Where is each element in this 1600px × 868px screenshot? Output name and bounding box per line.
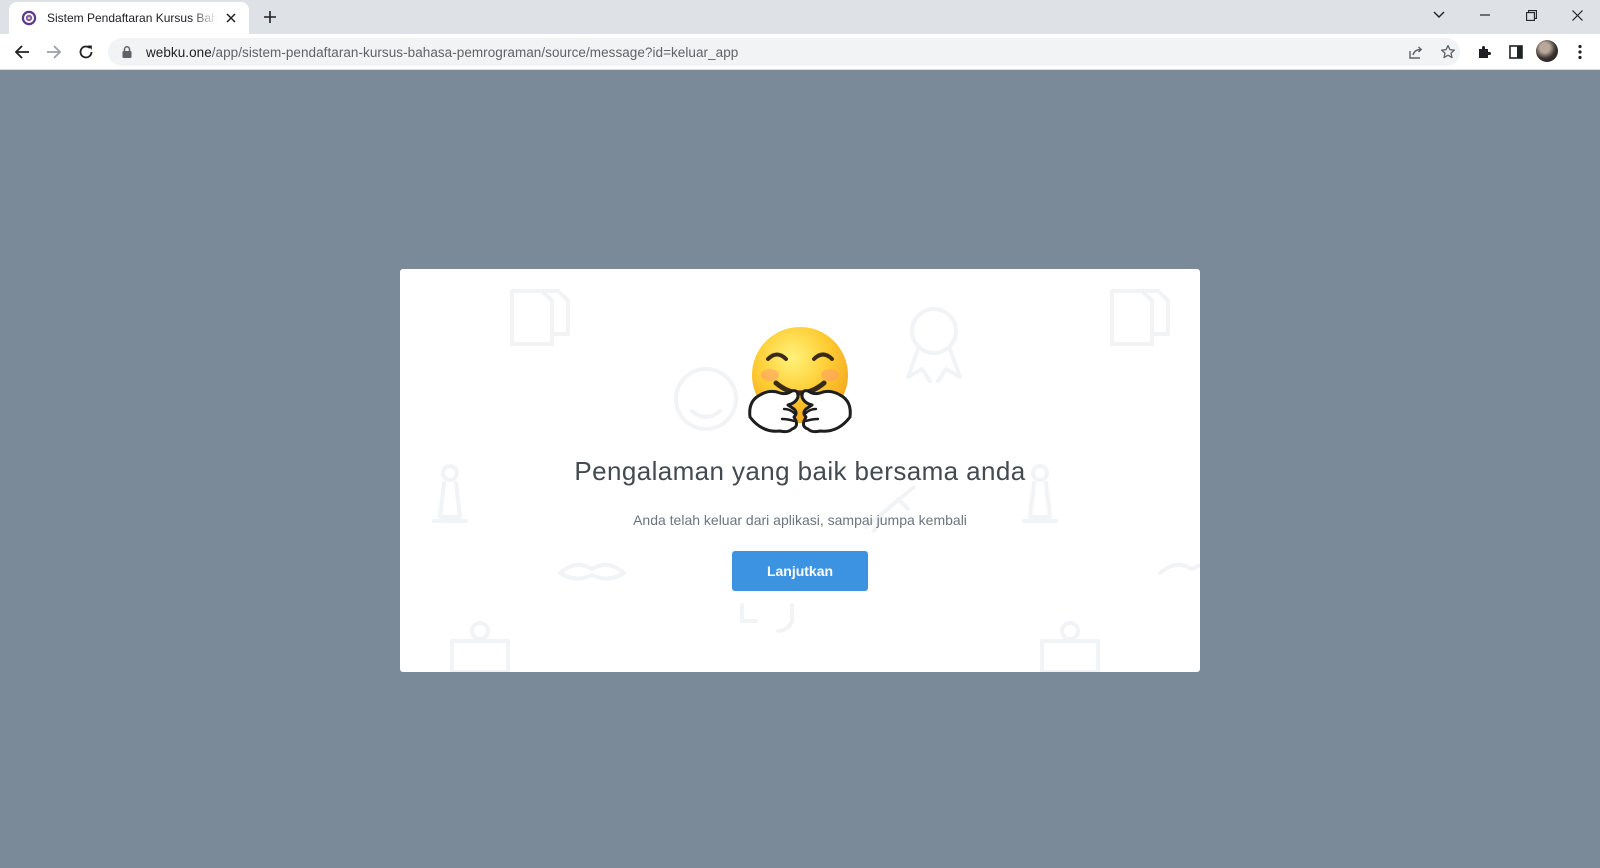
profile-avatar[interactable] bbox=[1536, 40, 1558, 62]
url-host: webku.one bbox=[146, 44, 212, 60]
forward-icon[interactable] bbox=[42, 40, 66, 64]
close-tab-icon[interactable] bbox=[223, 10, 239, 26]
extensions-icon[interactable] bbox=[1472, 40, 1496, 64]
url-path: /app/sistem-pendaftaran-kursus-bahasa-pe… bbox=[211, 44, 739, 60]
side-panel-icon[interactable] bbox=[1504, 40, 1528, 64]
restore-icon[interactable] bbox=[1508, 0, 1554, 30]
address-bar[interactable]: webku.one/app/sistem-pendaftaran-kursus-… bbox=[108, 38, 1460, 66]
message-title: Pengalaman yang baik bersama anda bbox=[574, 456, 1026, 486]
continue-button[interactable]: Lanjutkan bbox=[732, 551, 868, 591]
minimize-icon[interactable] bbox=[1462, 0, 1508, 30]
menu-kebab-icon[interactable] bbox=[1568, 40, 1592, 64]
hugging-face-emoji bbox=[748, 327, 852, 434]
reload-icon[interactable] bbox=[74, 40, 98, 64]
browser-tab[interactable]: Sistem Pendaftaran Kursus Bahasa Pemrogr… bbox=[9, 2, 249, 34]
message-card: Pengalaman yang baik bersama anda Anda t… bbox=[400, 269, 1200, 672]
url-text: webku.one/app/sistem-pendaftaran-kursus-… bbox=[146, 45, 738, 60]
tab-title: Sistem Pendaftaran Kursus Bahasa Pemrogr… bbox=[47, 11, 217, 25]
lock-icon bbox=[122, 46, 132, 58]
back-icon[interactable] bbox=[10, 40, 34, 64]
browser-toolbar: webku.one/app/sistem-pendaftaran-kursus-… bbox=[0, 34, 1600, 70]
new-tab-icon[interactable] bbox=[260, 7, 280, 27]
bookmark-star-icon[interactable] bbox=[1438, 42, 1458, 62]
close-window-icon[interactable] bbox=[1554, 0, 1600, 30]
message-subtitle: Anda telah keluar dari aplikasi, sampai … bbox=[633, 512, 967, 528]
tab-search-icon[interactable] bbox=[1416, 0, 1462, 30]
share-icon[interactable] bbox=[1406, 42, 1426, 62]
app-logo-icon bbox=[21, 10, 37, 26]
tab-strip: Sistem Pendaftaran Kursus Bahasa Pemrogr… bbox=[0, 0, 1600, 34]
